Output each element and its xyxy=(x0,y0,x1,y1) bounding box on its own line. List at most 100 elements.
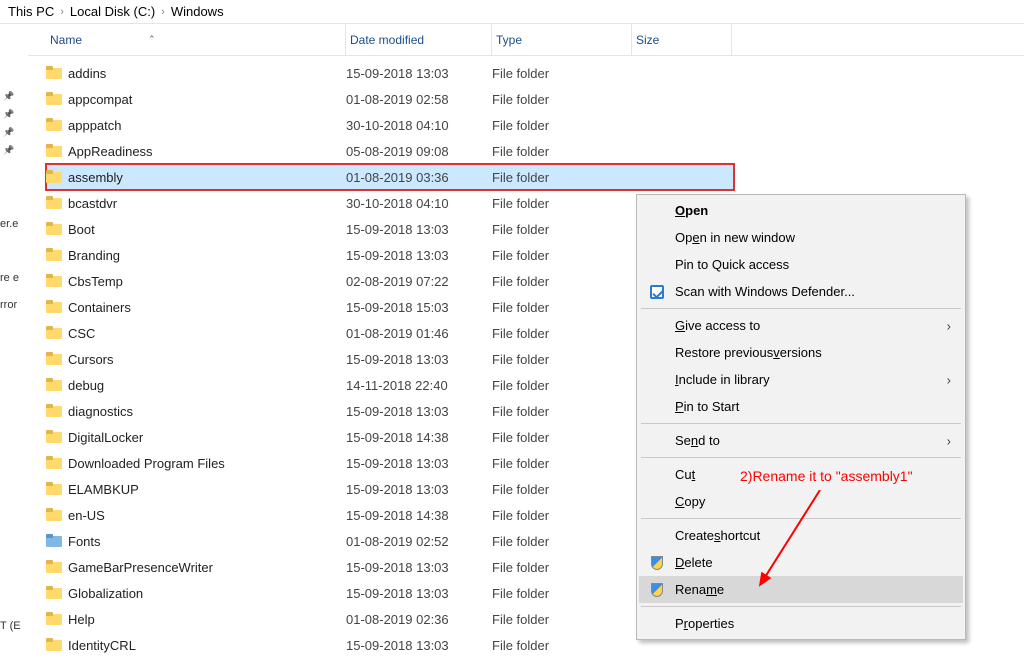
file-name: CSC xyxy=(68,326,95,341)
file-date: 30-10-2018 04:10 xyxy=(346,118,492,133)
file-name: CbsTemp xyxy=(68,274,123,289)
shield-icon xyxy=(649,582,665,598)
file-name: AppReadiness xyxy=(68,144,153,159)
column-header-type[interactable]: Type xyxy=(492,24,632,55)
chevron-right-icon: › xyxy=(947,433,951,448)
breadcrumb-item[interactable]: This PC xyxy=(8,4,54,19)
file-type: File folder xyxy=(492,326,632,341)
file-type: File folder xyxy=(492,508,632,523)
folder-icon xyxy=(46,221,62,237)
sort-indicator-icon: ⌃ xyxy=(148,34,156,45)
menu-open-new-window[interactable]: Open in new window xyxy=(639,224,963,251)
pin-icon xyxy=(3,126,14,138)
menu-send-to[interactable]: Send to› xyxy=(639,427,963,454)
file-name: Containers xyxy=(68,300,131,315)
menu-separator xyxy=(641,423,961,424)
table-row[interactable]: assembly01-08-2019 03:36File folder xyxy=(46,164,734,190)
cropped-text: er.e xyxy=(0,214,22,236)
file-date: 15-09-2018 13:03 xyxy=(346,66,492,81)
pin-icon xyxy=(3,90,14,102)
menu-separator xyxy=(641,606,961,607)
file-date: 15-09-2018 15:03 xyxy=(346,300,492,315)
file-name: Branding xyxy=(68,248,120,263)
menu-restore-previous-versions[interactable]: Restore previous versions xyxy=(639,339,963,366)
menu-include-in-library[interactable]: Include in library› xyxy=(639,366,963,393)
file-type: File folder xyxy=(492,534,632,549)
menu-scan-defender[interactable]: Scan with Windows Defender... xyxy=(639,278,963,305)
file-type: File folder xyxy=(492,430,632,445)
file-name: Boot xyxy=(68,222,95,237)
menu-separator xyxy=(641,457,961,458)
folder-icon xyxy=(46,65,62,81)
file-type: File folder xyxy=(492,404,632,419)
file-date: 15-09-2018 14:38 xyxy=(346,508,492,523)
menu-delete[interactable]: Delete xyxy=(639,549,963,576)
file-date: 15-09-2018 13:03 xyxy=(346,456,492,471)
folder-icon xyxy=(46,117,62,133)
breadcrumb-separator-icon: › xyxy=(161,6,165,18)
column-header-date[interactable]: Date modified xyxy=(346,24,492,55)
file-name: debug xyxy=(68,378,104,393)
menu-create-shortcut[interactable]: Create shortcut xyxy=(639,522,963,549)
folder-icon xyxy=(46,195,62,211)
file-date: 01-08-2019 02:36 xyxy=(346,612,492,627)
file-name: addins xyxy=(68,66,106,81)
menu-pin-to-start[interactable]: Pin to Start xyxy=(639,393,963,420)
file-name: Downloaded Program Files xyxy=(68,456,225,471)
table-row[interactable]: AppReadiness05-08-2019 09:08File folder xyxy=(46,138,1024,164)
breadcrumb[interactable]: This PC › Local Disk (C:) › Windows xyxy=(0,0,1024,23)
file-name: appcompat xyxy=(68,92,132,107)
chevron-right-icon: › xyxy=(947,318,951,333)
menu-separator xyxy=(641,308,961,309)
menu-properties[interactable]: Properties xyxy=(639,610,963,637)
pin-icon xyxy=(3,108,14,120)
breadcrumb-item[interactable]: Windows xyxy=(171,4,224,19)
cropped-text: T (E xyxy=(0,620,24,632)
file-date: 15-09-2018 14:38 xyxy=(346,430,492,445)
table-row[interactable]: addins15-09-2018 13:03File folder xyxy=(46,60,1024,86)
file-date: 01-08-2019 02:58 xyxy=(346,92,492,107)
file-name: ELAMBKUP xyxy=(68,482,139,497)
file-type: File folder xyxy=(492,222,632,237)
file-date: 15-09-2018 13:03 xyxy=(346,404,492,419)
file-type: File folder xyxy=(492,612,632,627)
file-date: 30-10-2018 04:10 xyxy=(346,196,492,211)
column-header-name[interactable]: Name ⌃ xyxy=(46,24,346,55)
menu-copy[interactable]: Copy xyxy=(639,488,963,515)
menu-rename[interactable]: Rename xyxy=(639,576,963,603)
file-name: en-US xyxy=(68,508,105,523)
column-header-size[interactable]: Size xyxy=(632,24,732,55)
file-date: 15-09-2018 13:03 xyxy=(346,482,492,497)
folder-icon xyxy=(46,377,62,393)
folder-icon xyxy=(46,299,62,315)
file-date: 02-08-2019 07:22 xyxy=(346,274,492,289)
folder-icon xyxy=(46,585,62,601)
defender-icon xyxy=(649,284,665,300)
file-type: File folder xyxy=(492,378,632,393)
folder-icon xyxy=(46,247,62,263)
file-type: File folder xyxy=(492,300,632,315)
file-type: File folder xyxy=(492,170,632,185)
cropped-text: re e xyxy=(0,268,22,290)
table-row[interactable]: appcompat01-08-2019 02:58File folder xyxy=(46,86,1024,112)
folder-icon xyxy=(46,559,62,575)
folder-icon xyxy=(46,91,62,107)
table-row[interactable]: apppatch30-10-2018 04:10File folder xyxy=(46,112,1024,138)
breadcrumb-separator-icon: › xyxy=(60,6,64,18)
file-type: File folder xyxy=(492,352,632,367)
file-type: File folder xyxy=(492,196,632,211)
breadcrumb-item[interactable]: Local Disk (C:) xyxy=(70,4,155,19)
file-name: IdentityCRL xyxy=(68,638,136,653)
folder-icon xyxy=(46,481,62,497)
menu-give-access-to[interactable]: Give access to› xyxy=(639,312,963,339)
file-name: apppatch xyxy=(68,118,122,133)
menu-pin-quick-access[interactable]: Pin to Quick access xyxy=(639,251,963,278)
annotation-text: 2)Rename it to "assembly1" xyxy=(740,468,913,484)
context-menu: Open Open in new window Pin to Quick acc… xyxy=(636,194,966,640)
menu-open[interactable]: Open xyxy=(639,197,963,224)
menu-separator xyxy=(641,518,961,519)
file-date: 15-09-2018 13:03 xyxy=(346,560,492,575)
file-type: File folder xyxy=(492,482,632,497)
file-name: Cursors xyxy=(68,352,114,367)
folder-icon xyxy=(46,273,62,289)
